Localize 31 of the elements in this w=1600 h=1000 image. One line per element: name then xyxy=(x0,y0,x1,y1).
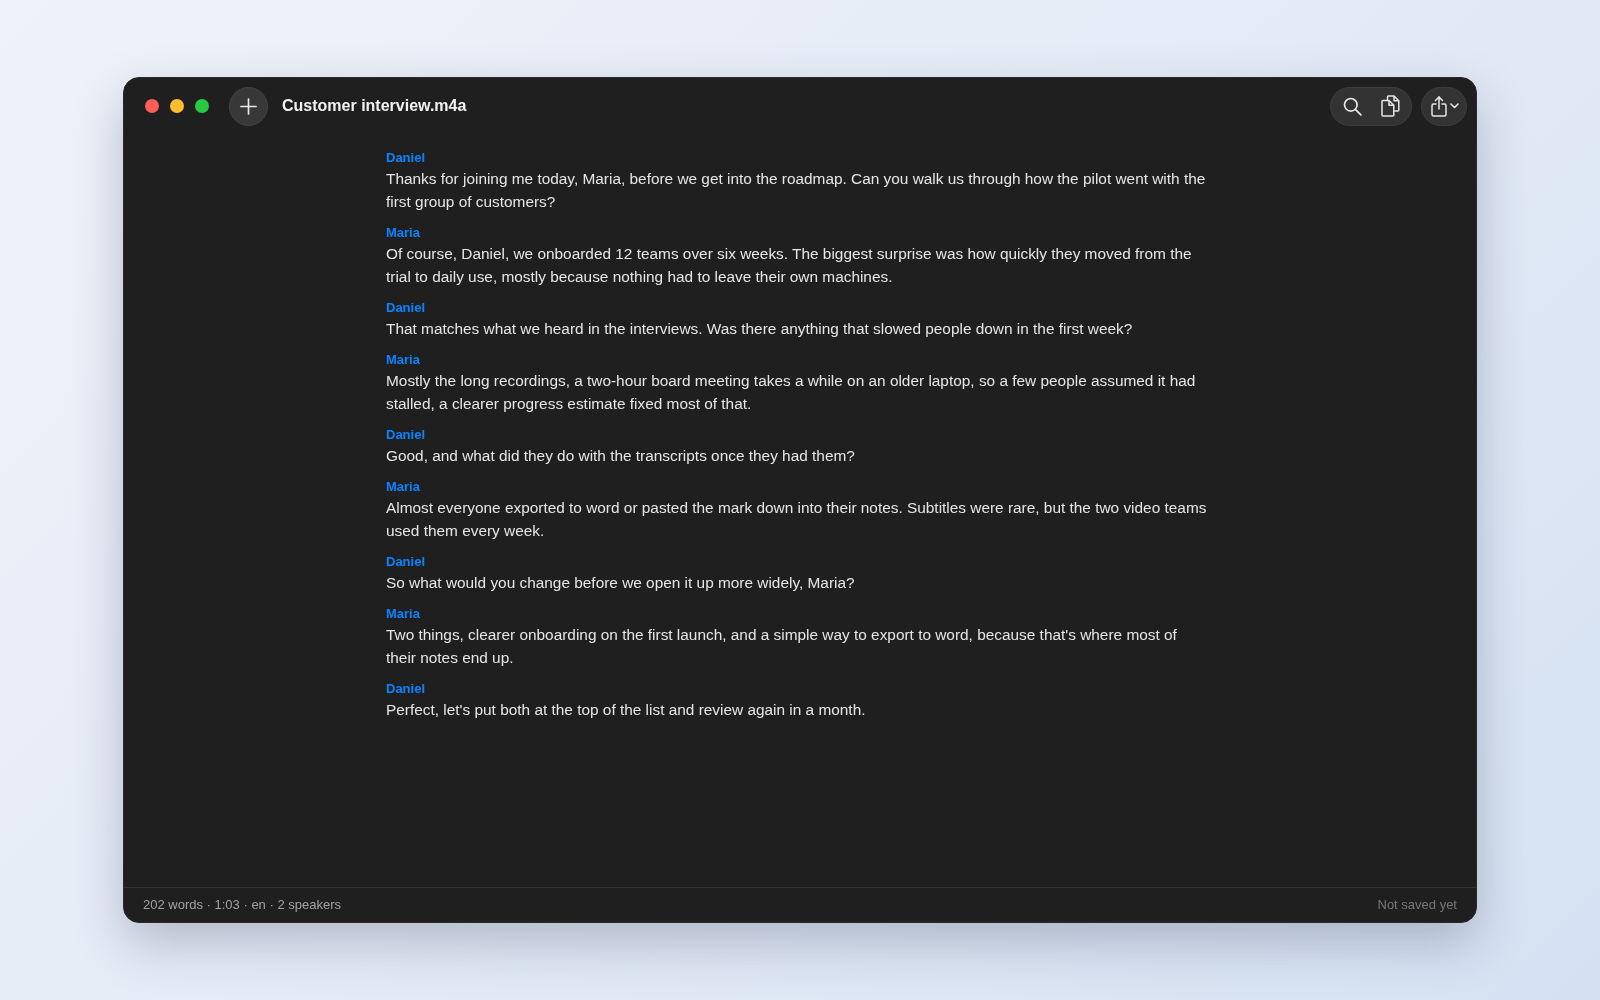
speaker-name: Daniel xyxy=(386,553,425,571)
save-status: Not saved yet xyxy=(1377,896,1457,915)
transcript-text: So what would you change before we open it up more widely, Maria? xyxy=(386,573,856,593)
speaker-name: Maria xyxy=(386,224,420,242)
new-button[interactable] xyxy=(229,86,268,126)
share-button[interactable] xyxy=(1421,86,1467,126)
speaker-name: Daniel xyxy=(386,149,425,167)
transcript-text: Almost everyone exported to word or pasted the mark down into their notes. Subtitles were rare, but the two video teams used them every week. xyxy=(386,498,1208,541)
share-icon xyxy=(1431,95,1447,117)
transcript-text: Of course, Daniel, we onboarded 12 teams over six weeks. The biggest surprise was how quickly they moved from the trial to daily use, mostly because nothing had to leave their own machines. xyxy=(386,244,1193,287)
status-summary: 202 words · 1:03 · en · 2 speakers xyxy=(143,896,341,915)
transcript-text: Good, and what did they do with the transcripts once they had them? xyxy=(386,446,856,466)
documents-icon xyxy=(1380,95,1400,117)
transcript-text: Thanks for joining me today, Maria, before we get into the roadmap. Can you walk us through how the pilot went with the first group of customers? xyxy=(386,169,1207,212)
speaker-name: Daniel xyxy=(386,299,425,317)
transcript-text: Perfect, let's put both at the top of the list and review again in a month. xyxy=(386,700,867,720)
zoom-button[interactable] xyxy=(195,99,209,113)
plus-icon xyxy=(240,97,257,115)
speaker-name: Maria xyxy=(386,351,420,369)
transcript-text: That matches what we heard in the interviews. Was there anything that slowed people down in the first week? xyxy=(386,319,1134,339)
speaker-name: Daniel xyxy=(386,426,425,444)
minimize-button[interactable] xyxy=(170,99,184,113)
speaker-name: Maria xyxy=(386,478,420,496)
speaker-name: Maria xyxy=(386,605,420,623)
search-icon xyxy=(1342,96,1362,116)
transcript-text: Two things, clearer onboarding on the first launch, and a simple way to export to word, because that's where most of their notes end up. xyxy=(386,625,1178,668)
close-button[interactable] xyxy=(145,99,159,113)
window-title: Customer interview.m4a xyxy=(282,96,467,116)
chevron-down-icon xyxy=(1450,103,1459,109)
transcript-text: Mostly the long recordings, a two-hour board meeting takes a while on an older laptop, so a few people assumed it had stalled, a clearer progress estimate fixed most of that. xyxy=(386,371,1197,414)
speaker-name: Daniel xyxy=(386,680,425,698)
